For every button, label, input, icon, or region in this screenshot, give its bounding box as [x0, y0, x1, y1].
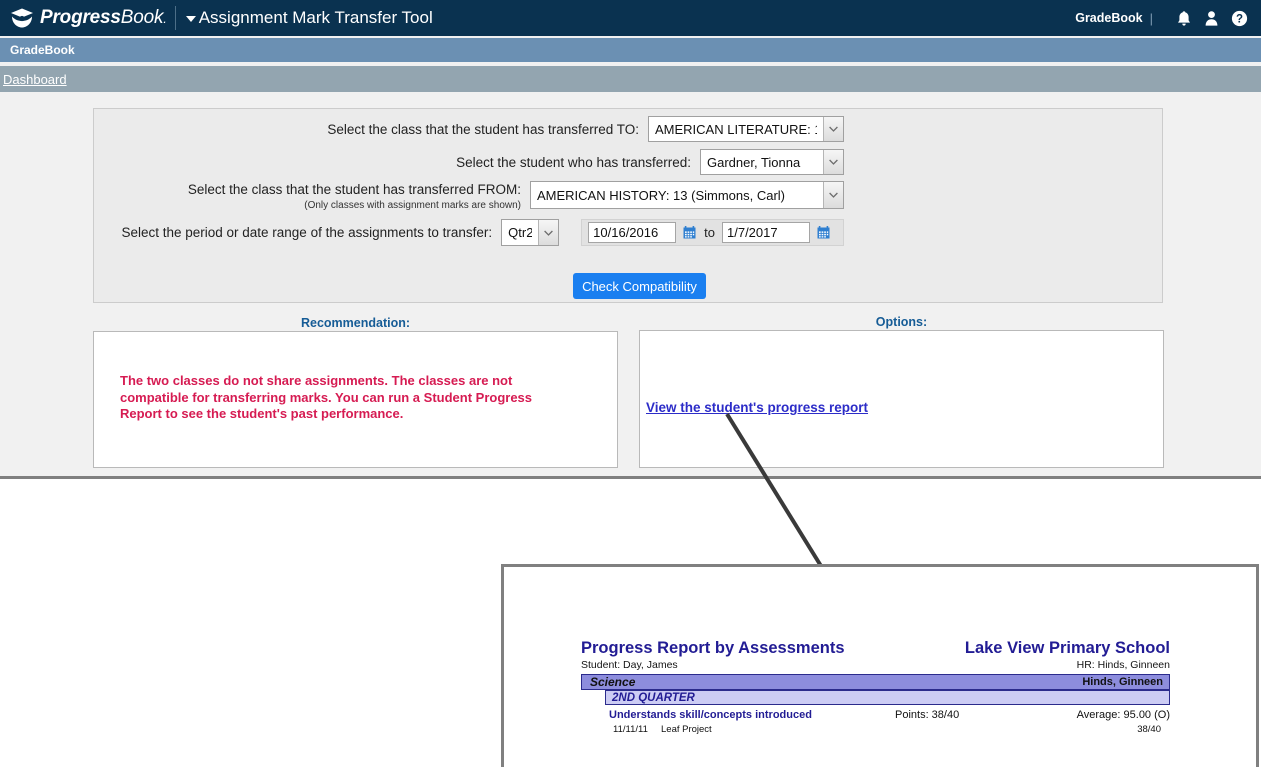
quarter-label: 2ND QUARTER — [612, 691, 695, 704]
assignment-name: Leaf Project — [661, 724, 712, 735]
subject-name: Science — [590, 675, 636, 689]
help-icon[interactable]: ? — [1231, 10, 1248, 27]
form-row-transferred-to: Select the class that the student has tr… — [94, 116, 844, 142]
options-panel: View the student's progress report — [639, 330, 1164, 468]
date-range-to-word: to — [704, 225, 715, 240]
assignment-date: 11/11/11 — [613, 724, 648, 735]
assessment-average: Average: 95.00 (O) — [1076, 709, 1170, 721]
quarter-header-row: 2ND QUARTER — [605, 690, 1170, 705]
form-row-period: Select the period or date range of the a… — [94, 219, 844, 246]
header-separator: | — [1149, 10, 1153, 26]
check-compatibility-button[interactable]: Check Compatibility — [573, 273, 706, 299]
label-group-transferred-from: Select the class that the student has tr… — [188, 181, 521, 211]
header-context-label: GradeBook — [1075, 11, 1143, 25]
logo-wordmark: ProgressBook. — [40, 7, 167, 29]
assessment-row: Understands skill/concepts introduced Po… — [609, 709, 1170, 721]
assessment-points: Points: 38/40 — [895, 709, 960, 721]
chevron-down-icon[interactable] — [185, 16, 196, 22]
homeroom-label: HR: Hinds, Ginneen — [1076, 659, 1170, 671]
bell-icon[interactable] — [1176, 10, 1192, 27]
assignment-score: 38/40 — [1137, 724, 1161, 735]
select-wrap-transferred-from: AMERICAN HISTORY: 13 (Simmons, Carl) — [530, 181, 844, 209]
options-caption: Options: — [875, 315, 928, 329]
recommendation-panel: The two classes do not share assignments… — [93, 331, 618, 468]
page-title: Assignment Mark Transfer Tool — [198, 8, 433, 27]
breadcrumb: Dashboard — [0, 66, 1261, 92]
progress-report-header: Progress Report by Assessments Lake View… — [581, 639, 1170, 658]
logo-text-light: Book — [120, 7, 164, 28]
date-to-input[interactable] — [722, 222, 810, 243]
top-header-bar: ProgressBook. Assignment Mark Transfer T… — [0, 0, 1261, 36]
recommendation-caption: Recommendation: — [300, 316, 411, 330]
calendar-icon[interactable] — [817, 226, 830, 239]
label-student: Select the student who has transferred: — [456, 154, 691, 170]
view-progress-report-link[interactable]: View the student's progress report — [646, 400, 868, 415]
logo-text-dot: . — [163, 11, 167, 26]
application-window: ProgressBook. Assignment Mark Transfer T… — [0, 0, 1261, 479]
header-right-controls: GradeBook | ? — [1075, 10, 1261, 27]
subject-teacher: Hinds, Ginneen — [1082, 676, 1163, 688]
school-name: Lake View Primary School — [964, 639, 1170, 657]
label-transferred-from: Select the class that the student has tr… — [187, 182, 521, 197]
class-transferred-to-select[interactable]: AMERICAN LITERATURE: 11 — [648, 116, 844, 142]
period-select[interactable]: Qtr2 — [501, 219, 560, 246]
calendar-icon[interactable] — [683, 226, 696, 239]
form-row-transferred-from: Select the class that the student has tr… — [94, 181, 844, 211]
progress-report-callout: Progress Report by Assessments Lake View… — [501, 564, 1259, 767]
sublabel-transferred-from: (Only classes with assignment marks are … — [304, 200, 521, 211]
date-from-input[interactable] — [588, 222, 677, 243]
progress-report-title: Progress Report by Assessments — [581, 639, 845, 657]
logo-text-bold: Progress — [40, 7, 121, 28]
progressbook-logo[interactable]: ProgressBook. — [0, 0, 167, 36]
date-range-group: to — [581, 219, 844, 246]
student-name-label: Student: Day, James — [581, 659, 678, 671]
header-divider — [174, 6, 176, 30]
select-wrap-transferred-to: AMERICAN LITERATURE: 11 — [648, 116, 844, 142]
recommendation-message: The two classes do not share assignments… — [120, 373, 533, 421]
module-bar-label: GradeBook — [10, 43, 75, 57]
graduation-cap-logo-icon — [11, 8, 33, 28]
user-icon[interactable] — [1204, 10, 1219, 27]
svg-text:?: ? — [1236, 13, 1243, 25]
breadcrumb-item-dashboard[interactable]: Dashboard — [0, 72, 67, 87]
assessment-name: Understands skill/concepts introduced — [609, 709, 812, 721]
form-row-student: Select the student who has transferred: … — [94, 149, 844, 175]
class-transferred-from-select[interactable]: AMERICAN HISTORY: 13 (Simmons, Carl) — [530, 181, 844, 209]
label-transferred-to: Select the class that the student has tr… — [327, 121, 639, 137]
progress-report-content: Progress Report by Assessments Lake View… — [581, 639, 1170, 735]
select-wrap-student: Gardner, Tionna — [700, 149, 844, 175]
subject-header-row: Science Hinds, Ginneen — [581, 674, 1170, 690]
module-bar: GradeBook — [0, 38, 1261, 62]
assignment-detail-row: 11/11/11 Leaf Project 38/40 — [613, 724, 1170, 735]
student-select[interactable]: Gardner, Tionna — [700, 149, 844, 175]
label-period-range: Select the period or date range of the a… — [121, 225, 493, 240]
progress-report-subheader: Student: Day, James HR: Hinds, Ginneen — [581, 659, 1170, 671]
select-wrap-period: Qtr2 — [501, 219, 560, 246]
